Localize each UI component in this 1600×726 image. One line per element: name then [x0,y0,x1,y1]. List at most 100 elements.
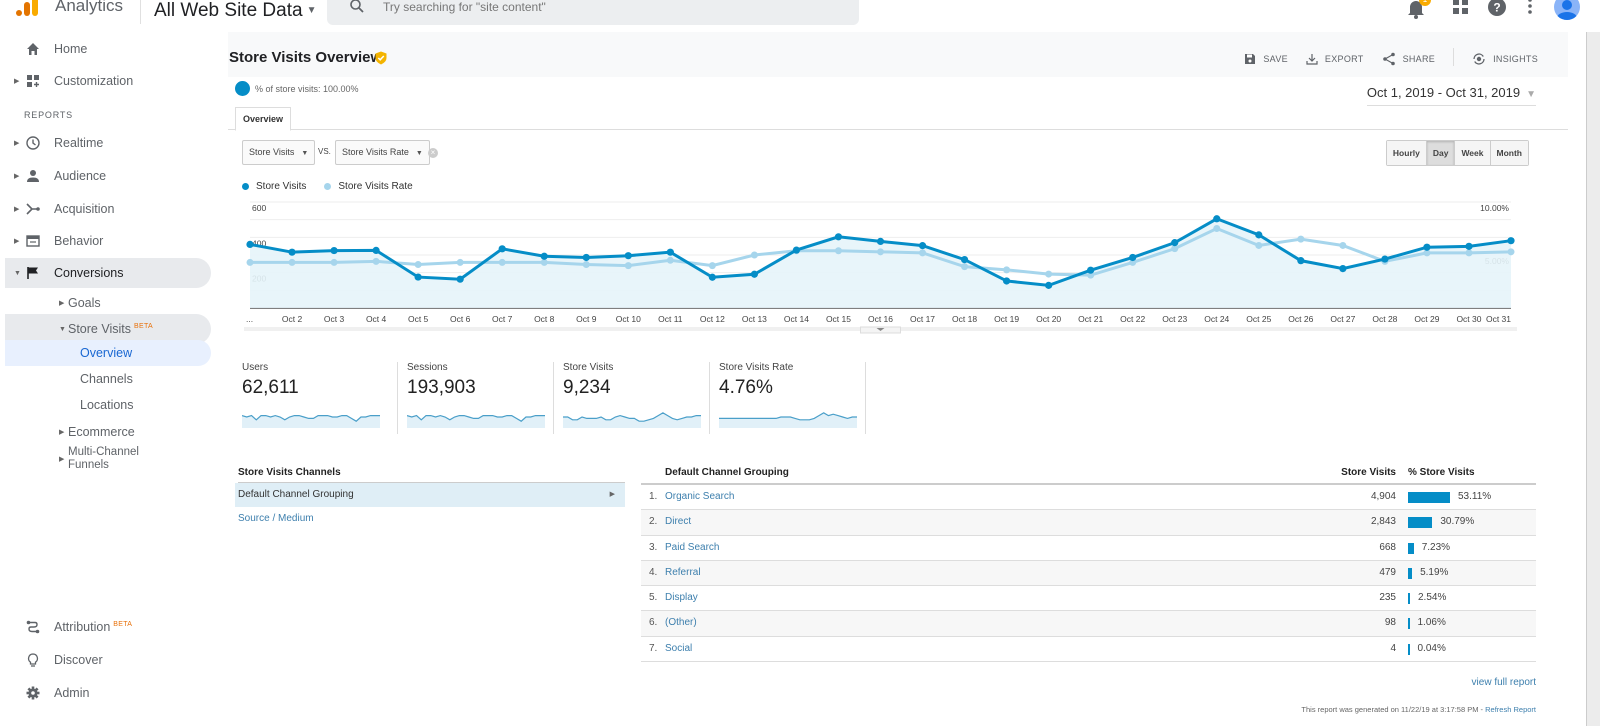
sidebar-item-realtime[interactable]: ▶ Realtime [5,128,211,158]
sparkline-area [563,412,701,428]
x-tick-label: Oct 25 [1246,314,1271,324]
refresh-report-link[interactable]: Refresh Report [1485,705,1536,714]
point-store-visits [1087,266,1095,274]
sidebar-item-multi-channel-funnels[interactable]: ▶ Multi-Channel Funnels [5,444,211,474]
sidebar-item-ecommerce[interactable]: ▶ Ecommerce [5,419,211,445]
sidebar-item-conversions[interactable]: ▼ Conversions [5,258,211,288]
sidebar-item-audience[interactable]: ▶ Audience [5,161,211,191]
search-input[interactable] [383,0,823,16]
insights-button[interactable]: INSIGHTS [1472,51,1538,66]
x-tick-label: Oct 18 [952,314,977,324]
export-button[interactable]: EXPORT [1306,51,1364,66]
apps-grid-icon[interactable] [1450,0,1472,18]
point-store-visits [1045,281,1053,289]
sidebar-item-overview[interactable]: Overview [5,340,211,366]
channels-nav-default-grouping[interactable]: Default Channel Grouping ▶ [235,483,625,507]
store-visits-value: 668 [1379,541,1396,553]
channels-nav-source-medium[interactable]: Source / Medium [235,507,625,531]
channel-link[interactable]: (Other) [665,611,697,635]
point-store-visits-rate [1255,241,1263,249]
point-store-visits [414,273,422,281]
scorecard-value: 193,903 [407,377,476,398]
report-generated-note: This report was generated on 11/22/19 at… [1301,705,1536,714]
channel-link[interactable]: Display [665,586,698,610]
lightbulb-icon [27,653,39,667]
scorecard-store-visits[interactable]: Store Visits 9,234 [554,362,710,434]
sidebar-label: Acquisition [54,202,115,216]
channel-link[interactable]: Paid Search [665,536,719,560]
sparkline [242,414,380,428]
share-button[interactable]: SHARE [1382,51,1436,66]
expand-arrow-icon: ▶ [59,429,65,436]
x-tick-label: ... [246,314,253,324]
point-store-visits-rate [666,256,674,264]
help-icon[interactable]: ? [1486,0,1508,18]
point-store-visits [1507,237,1515,245]
verified-shield-icon [375,51,387,65]
channels-table: Default Channel Grouping Store Visits % … [641,467,1536,663]
channel-link[interactable]: Direct [665,510,691,534]
expand-arrow-icon: ▶ [14,140,20,147]
behavior-icon [26,235,40,247]
point-store-visits-rate [1003,266,1011,274]
table-body: 1. Organic Search 4,904 53.11% 2. Direct 2,843… [641,485,1536,663]
point-store-visits-rate [1465,249,1473,257]
share-label: SHARE [1402,53,1436,64]
search-bar[interactable] [327,0,859,25]
point-store-visits [666,248,674,256]
sidebar-label: Attribution BETA [54,620,132,634]
point-store-visits-rate [1297,235,1305,243]
expand-arrow-icon: ▶ [59,456,65,463]
sidebar-item-locations[interactable]: Locations [5,392,211,418]
share-bar [1408,643,1410,655]
view-full-report-link[interactable]: view full report [1472,677,1536,688]
point-store-visits-rate [877,248,884,256]
download-icon [1306,53,1318,65]
more-vert-icon[interactable] [1519,0,1541,18]
x-tick-label: Oct 15 [826,314,851,324]
save-button[interactable]: SAVE [1244,51,1288,66]
share-percent: 5.19% [1420,566,1449,578]
point-store-visits-rate [246,258,254,266]
sidebar-item-behavior[interactable]: ▶ Behavior [5,226,211,256]
channel-link[interactable]: Referral [665,561,701,585]
sidebar-item-admin[interactable]: Admin [5,678,211,708]
sidebar-item-channels[interactable]: Channels [5,366,211,392]
scorecard-users[interactable]: Users 62,611 [242,362,398,434]
scorecard-store-visits-rate[interactable]: Store Visits Rate 4.76% [710,362,866,434]
property-selector[interactable]: All Web Site Data ▼ [154,0,316,22]
header-store-visits: Store Visits [1341,467,1396,478]
table-header: Default Channel Grouping Store Visits % … [641,467,1536,485]
sidebar-label: Store Visits BETA [68,322,153,336]
sidebar-item-attribution[interactable]: Attribution BETA [5,612,211,642]
x-tick-label: Oct 23 [1162,314,1187,324]
scorecard-sessions[interactable]: Sessions 193,903 [398,362,554,434]
channel-link[interactable]: Organic Search [665,485,734,509]
sidebar-label: Behavior [54,234,104,248]
sidebar-item-customization[interactable]: ▶ Customization [5,66,211,96]
sidebar-label: Admin [54,686,90,700]
sidebar-item-home[interactable]: Home [5,34,211,64]
point-store-visits [1381,255,1389,263]
scorecard-value: 4.76% [719,377,773,398]
scorecard-value: 9,234 [563,377,611,398]
share-bar [1408,542,1414,554]
sidebar-item-acquisition[interactable]: ▶ Acquisition [5,194,211,224]
point-store-visits [1297,257,1305,265]
attribution-label: Attribution [54,620,111,634]
vertical-scrollbar[interactable] [1586,32,1600,726]
sidebar-item-discover[interactable]: Discover [5,645,211,675]
line-chart[interactable]: 2004006005.00%10.00%...Oct 2Oct 3Oct 4Oc… [228,77,1568,337]
acquisition-icon [26,203,40,215]
x-tick-label: Oct 29 [1414,314,1439,324]
point-store-visits [540,252,548,260]
x-tick-label: Oct 28 [1372,314,1397,324]
search-icon [350,0,364,13]
channel-link[interactable]: Social [665,637,692,661]
collapse-arrow-icon: ▼ [14,269,21,277]
sidebar-label: Locations [80,398,134,412]
store-visits-value: 98 [1384,617,1396,629]
x-tick-label: Oct 27 [1330,314,1355,324]
share-icon [1382,52,1395,65]
avatar[interactable] [1554,0,1580,20]
